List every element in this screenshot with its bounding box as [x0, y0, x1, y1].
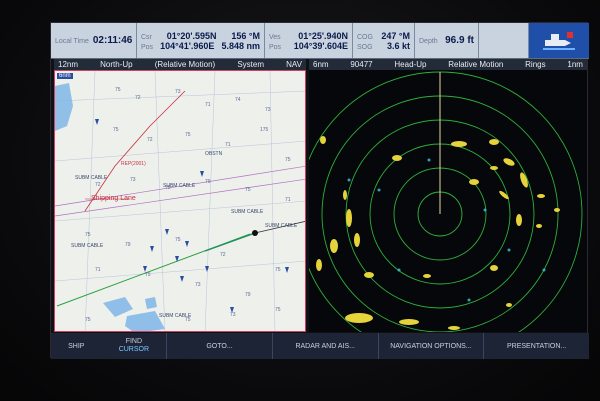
svg-text:75: 75: [275, 307, 281, 313]
find-cursor-key[interactable]: FIND CURSOR: [119, 338, 149, 354]
cursor-position-cell: Csr 01°20'.595N 156 °M Pos 104°41'.960E …: [137, 23, 265, 58]
depth-value: 96.9 ft: [445, 35, 474, 46]
svg-text:72: 72: [220, 252, 226, 258]
sog-label: SOG: [357, 43, 373, 51]
svg-text:75: 75: [85, 232, 91, 238]
csr-lat: 01°20'.595N: [166, 30, 217, 41]
radar-rings: Rings: [525, 60, 546, 69]
chart-pane-header: 12nm North-Up (Relative Motion) System N…: [54, 59, 306, 70]
local-time-cell: Local Time 02:11:46: [51, 23, 137, 58]
shipping-lane-label: Shipping Lane: [91, 195, 136, 202]
svg-text:75: 75: [175, 237, 181, 243]
ves-lon: 104°39'.604E: [293, 40, 348, 51]
svg-text:75: 75: [85, 317, 91, 323]
ves-lat: 01°25'.940N: [298, 30, 348, 41]
radar-pane-header: 6nm 90477 Head-Up Relative Motion Rings …: [309, 59, 587, 70]
svg-text:75: 75: [113, 127, 119, 133]
ves-pos-label: Pos: [269, 43, 282, 51]
svg-text:75: 75: [275, 267, 281, 273]
svg-text:71: 71: [205, 102, 211, 108]
cog-label: COG: [357, 33, 373, 41]
svg-text:72: 72: [135, 95, 141, 101]
radar-motion: Relative Motion: [448, 60, 504, 69]
svg-text:73: 73: [195, 282, 201, 288]
vessel-status-icon[interactable]: [529, 23, 589, 58]
subm-cable-label-6: SUBM CABLE: [159, 313, 192, 319]
ves-label: Ves: [269, 33, 281, 41]
cog-value: 247 °M: [381, 30, 410, 41]
chart-motion: (Relative Motion): [154, 60, 216, 69]
csr-pos-label: Pos: [141, 43, 154, 51]
svg-text:75: 75: [185, 132, 191, 138]
svg-text:71: 71: [285, 197, 291, 203]
subm-cable-label-3: SUBM CABLE: [231, 209, 264, 215]
svg-text:73: 73: [230, 312, 236, 318]
chart-range[interactable]: 12nm: [58, 60, 78, 69]
presentation-key[interactable]: PRESENTATION...: [484, 333, 589, 359]
svg-text:79: 79: [205, 179, 211, 185]
svg-text:79: 79: [245, 292, 251, 298]
svg-text:73: 73: [175, 89, 181, 95]
data-bar: Local Time 02:11:46 Csr 01°20'.595N 156 …: [51, 23, 589, 59]
svg-text:72: 72: [95, 182, 101, 188]
subm-cable-label-2: SUBM CABLE: [163, 183, 196, 189]
radar-orientation: Head-Up: [394, 60, 427, 69]
databar-spacer: [479, 23, 529, 58]
ship-find-cursor-key[interactable]: SHIP FIND CURSOR: [51, 333, 168, 359]
depth-label: Depth: [419, 38, 438, 45]
cursor-label: CURSOR: [118, 346, 150, 353]
svg-text:175: 175: [260, 127, 269, 133]
chart-pane[interactable]: 75 72 73 71 74 73 75 72 75 71 175 75 72 73 75 79 75…: [54, 70, 306, 332]
chart-scale-tag: 6nm: [57, 73, 73, 79]
csr-lon: 104°41'.960E: [160, 40, 215, 51]
radar-ais-key[interactable]: RADAR AND AIS...: [273, 333, 379, 359]
navigation-options-key[interactable]: NAVIGATION OPTIONS...: [379, 333, 485, 359]
subm-cable-label-4: SUBM CABLE: [265, 223, 298, 229]
svg-text:73: 73: [130, 177, 136, 183]
csr-bearing: 156 °M: [231, 30, 260, 41]
svg-text:71: 71: [225, 142, 231, 148]
chart-mode: NAV: [286, 60, 302, 69]
chartplotter-screen: Local Time 02:11:46 Csr 01°20'.595N 156 …: [50, 22, 589, 359]
goto-key[interactable]: GOTO...: [167, 333, 273, 359]
local-time-label: Local Time: [55, 38, 89, 45]
svg-text:72: 72: [147, 137, 153, 143]
softkey-bar: SHIP FIND CURSOR GOTO... RADAR AND AIS..…: [51, 333, 589, 359]
obstn-label: OBSTN: [205, 151, 223, 157]
local-time-value: 02:11:46: [92, 35, 133, 46]
subm-cable-label-5: SUBM CABLE: [71, 243, 104, 249]
rep-label: REP(2001): [121, 161, 146, 167]
svg-text:75: 75: [245, 187, 251, 193]
radar-id: 90477: [350, 60, 373, 69]
svg-text:74: 74: [235, 97, 241, 103]
chart-orientation: North-Up: [100, 60, 133, 69]
radar-display: [309, 70, 587, 332]
chart-system: System: [237, 60, 264, 69]
vessel-position-cell: Ves 01°25'.940N Pos 104°39'.604E: [265, 23, 353, 58]
svg-text:79: 79: [125, 242, 131, 248]
svg-text:75: 75: [115, 87, 121, 93]
svg-text:73: 73: [265, 107, 271, 113]
svg-text:75: 75: [145, 272, 151, 278]
radar-range[interactable]: 6nm: [313, 60, 329, 69]
radar-pane[interactable]: [309, 70, 587, 332]
depth-cell: Depth 96.9 ft: [415, 23, 479, 58]
csr-label: Csr: [141, 33, 152, 41]
csr-distance: 5.848 nm: [221, 40, 260, 51]
svg-text:71: 71: [95, 267, 101, 273]
ship-key[interactable]: SHIP: [68, 343, 84, 350]
cog-sog-cell: COG 247 °M SOG 3.6 kt: [353, 23, 415, 58]
find-label: FIND: [125, 338, 143, 345]
sog-value: 3.6 kt: [386, 40, 410, 51]
subm-cable-label-1: SUBM CABLE: [75, 175, 108, 181]
radar-ring-spacing: 1nm: [567, 60, 583, 69]
svg-text:75: 75: [285, 157, 291, 163]
